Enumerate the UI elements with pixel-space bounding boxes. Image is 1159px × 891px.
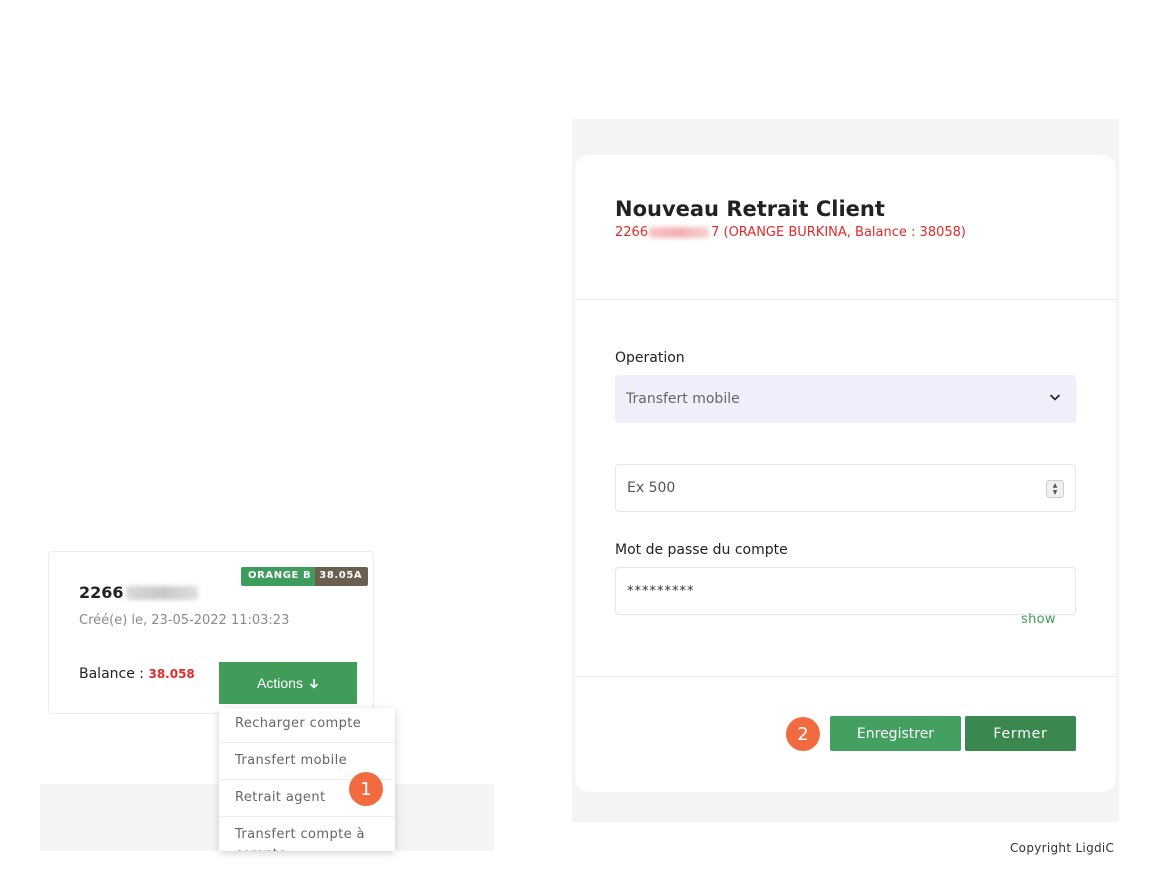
stepper-down-icon: ▼ — [1052, 489, 1058, 496]
operator-badge-overlap: 38.05A — [315, 567, 369, 586]
actions-button[interactable]: Actions — [219, 662, 357, 704]
arrow-down-icon — [309, 678, 319, 689]
subtitle-prefix: 2266 — [615, 225, 649, 240]
account-number-prefix: 2266 — [79, 583, 124, 602]
divider — [575, 299, 1116, 300]
operation-value: Transfert mobile — [626, 391, 740, 407]
balance-label: Balance : — [79, 666, 145, 682]
operation-select[interactable]: Transfert mobile — [615, 375, 1076, 423]
menu-item-transfert-compte[interactable]: Transfert compte à compte — [219, 817, 395, 851]
account-number: 2266 — [79, 583, 198, 602]
operator-badge: ORANGE B 38.05A — [241, 567, 369, 586]
modal-title: Nouveau Retrait Client — [615, 197, 885, 221]
step-marker-2: 2 — [786, 717, 820, 751]
operation-label: Operation — [615, 350, 685, 366]
withdrawal-modal: Nouveau Retrait Client 2266 7 (ORANGE BU… — [575, 155, 1116, 792]
subtitle-suffix: 7 (ORANGE BURKINA, Balance : 38058) — [711, 225, 966, 240]
operator-badge-label: ORANGE B — [241, 567, 316, 586]
save-button[interactable]: Enregistrer — [830, 716, 961, 751]
redacted-digits — [125, 585, 198, 600]
account-card: ORANGE B 38.05A 2266 Créé(e) le, 23-05-2… — [48, 551, 374, 714]
divider — [575, 676, 1116, 677]
menu-item-recharger[interactable]: Recharger compte — [219, 708, 395, 743]
modal-subtitle: 2266 7 (ORANGE BURKINA, Balance : 38058) — [615, 225, 966, 240]
actions-button-label: Actions — [257, 675, 303, 691]
amount-input[interactable]: Ex 500 ▲ ▼ — [615, 464, 1076, 512]
password-field[interactable]: ********* — [615, 567, 1076, 615]
copyright-text: Copyright LigdiC — [1010, 841, 1115, 855]
stepper-up-icon: ▲ — [1052, 482, 1058, 489]
password-value: ********* — [627, 583, 695, 599]
chevron-down-icon — [1049, 394, 1061, 401]
balance: Balance : 38.058 — [79, 666, 195, 682]
close-button[interactable]: Fermer — [965, 716, 1076, 751]
number-stepper[interactable]: ▲ ▼ — [1046, 480, 1064, 498]
amount-placeholder: Ex 500 — [627, 480, 676, 496]
created-date: Créé(e) le, 23-05-2022 11:03:23 — [79, 613, 290, 628]
balance-value: 38.058 — [148, 667, 195, 681]
password-label: Mot de passe du compte — [615, 542, 788, 558]
redacted-digits — [649, 227, 710, 238]
show-password-link[interactable]: show — [1021, 612, 1056, 627]
step-marker-1: 1 — [349, 772, 383, 806]
